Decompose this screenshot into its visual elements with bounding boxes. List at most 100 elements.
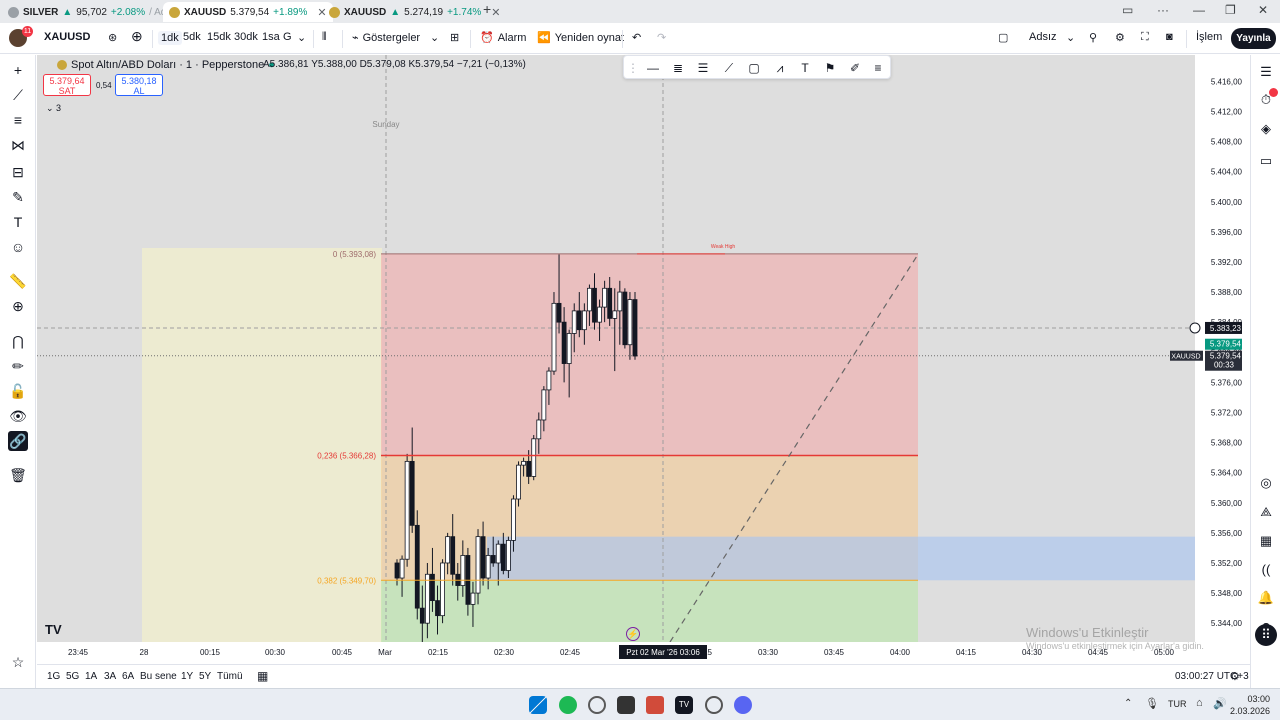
flag-icon[interactable]: ⚑ [821, 59, 839, 77]
horizontal-line-icon[interactable]: — [644, 59, 662, 77]
notifications-bell-icon[interactable]: 🔔 [1256, 588, 1276, 608]
app-icon[interactable] [617, 696, 635, 714]
stream-icon[interactable]: (( [1256, 560, 1276, 580]
publish-button[interactable]: Yayınla [1231, 28, 1276, 49]
alarm-button[interactable]: ⏰ Alarm [480, 31, 526, 45]
chat-icon[interactable]: ▭ [1256, 151, 1276, 171]
network-icon[interactable]: ⌂ [1196, 697, 1203, 709]
language-indicator[interactable]: TUR [1168, 699, 1187, 709]
settings-gear-icon[interactable]: ⚙ [1115, 31, 1125, 44]
eye-icon[interactable]: 👁 [8, 406, 28, 426]
tradingview-taskbar-icon[interactable]: TV [675, 696, 693, 714]
fib-tool-icon[interactable]: ☰ [694, 59, 712, 77]
brush-tool-icon[interactable]: ✐ [846, 59, 864, 77]
target-icon[interactable]: ◎ [1256, 473, 1276, 493]
split-view-icon[interactable]: ▭ [1122, 3, 1133, 17]
interval-1dk[interactable]: 1dk [158, 31, 182, 45]
fullscreen-icon[interactable]: ⛶ [1141, 31, 1149, 44]
ideas-icon[interactable]: ⟁ [1256, 502, 1276, 522]
microphone-icon[interactable]: 🎙 [1145, 697, 1159, 710]
link-icon[interactable]: 🔗 [8, 431, 28, 451]
quick-search-icon[interactable]: ⚲ [1089, 31, 1097, 44]
path-icon[interactable]: ⟋ [720, 59, 738, 77]
chart-pane[interactable]: 5.416,00 5.412,00 5.408,00 5.404,00 5.400,00… [37, 55, 1250, 664]
magnet-icon[interactable]: ⋂ [8, 331, 28, 351]
symbol-search[interactable]: XAUUSD [44, 31, 90, 43]
menu-lines-icon[interactable]: ≡ [869, 59, 887, 77]
symbol-info-icon[interactable]: ⊛ [108, 31, 117, 44]
tray-chevron-up-icon[interactable]: ⌃ [1124, 698, 1132, 709]
taskbar-time[interactable]: 03:00 [1238, 694, 1270, 704]
shield-app-icon[interactable] [646, 696, 664, 714]
browser-tab-xauusd[interactable]: XAUUSD ▲ 5.274,19 +1.74% ✕ [323, 2, 507, 22]
buy-button[interactable]: 5.380,18 AL [115, 74, 163, 96]
replay-button[interactable]: ⏪ Yeniden oynat [537, 31, 624, 45]
range-this-year[interactable]: Bu sene [140, 671, 177, 682]
spotify-icon[interactable] [559, 696, 577, 714]
range-3a[interactable]: 3A [104, 671, 116, 682]
sell-button[interactable]: 5.379,64 SAT [43, 74, 91, 96]
windows-start-icon[interactable] [529, 696, 547, 714]
discord-icon[interactable] [734, 696, 752, 714]
text-tool-icon[interactable]: T [8, 212, 28, 232]
brush-icon[interactable]: ✎ [8, 187, 28, 207]
redo-icon[interactable]: ↷ [657, 31, 666, 44]
candles-type-icon[interactable]: ⫴ [322, 31, 327, 44]
trash-icon[interactable]: 🗑 [8, 465, 28, 485]
range-all[interactable]: Tümü [217, 671, 243, 682]
chevron-down-icon[interactable]: ⌄ [1066, 31, 1075, 44]
maximize-icon[interactable]: ❐ [1225, 3, 1236, 17]
range-1a[interactable]: 1A [85, 671, 97, 682]
pattern-icon[interactable]: ⋈ [8, 135, 28, 155]
browser-icon[interactable] [588, 696, 606, 714]
text-icon[interactable]: T [796, 59, 814, 77]
stay-drawing-icon[interactable]: ✏ [8, 356, 28, 376]
interval-15dk[interactable]: 15dk [207, 31, 231, 43]
window-close-icon[interactable]: ✕ [1258, 3, 1268, 17]
new-tab-icon[interactable]: + [483, 1, 491, 17]
trend-line-icon[interactable]: ⟋ [8, 85, 28, 105]
fib-retracement-icon[interactable]: ≡ [8, 110, 28, 130]
interval-g[interactable]: G [283, 31, 292, 43]
price-chart[interactable]: 5.416,00 5.412,00 5.408,00 5.404,00 5.400,00… [37, 55, 1250, 664]
settings-icon[interactable]: ⚙ [1230, 670, 1240, 683]
calendar-icon[interactable]: ▦ [1256, 531, 1276, 551]
lock-icon[interactable]: 🔓 [8, 381, 28, 401]
range-6a[interactable]: 6A [122, 671, 134, 682]
rectangle-icon[interactable]: ▢ [745, 59, 763, 77]
apps-grid-icon[interactable]: ⠿ [1255, 624, 1277, 646]
polyline-icon[interactable]: ⩘ [771, 59, 789, 77]
minimize-icon[interactable]: — [1193, 3, 1205, 17]
indicator-collapse-toggle[interactable]: ⌄ 3 [46, 103, 61, 114]
close-icon[interactable]: ✕ [491, 6, 500, 19]
trade-button[interactable]: İşlem [1196, 31, 1222, 43]
chevron-down-icon[interactable]: ⌄ [297, 31, 306, 44]
range-1g[interactable]: 1G [47, 671, 60, 682]
layout-name[interactable]: Adsız [1029, 31, 1057, 43]
layout-icon[interactable]: ▢ [998, 31, 1008, 44]
compare-add-icon[interactable]: ⊕ [131, 28, 143, 45]
zoom-in-icon[interactable]: ⊕ [8, 296, 28, 316]
range-1y[interactable]: 1Y [181, 671, 193, 682]
interval-30dk[interactable]: 30dk [234, 31, 258, 43]
emoji-icon[interactable]: ☺ [8, 237, 28, 257]
browser-tab-xauusd-active[interactable]: XAUUSD 5.379,54 +1.89% ✕ [163, 2, 333, 22]
event-marker-icon[interactable]: ⚡ [626, 627, 640, 641]
templates-icon[interactable]: ⊞ [450, 31, 459, 44]
ruler-icon[interactable]: 📏 [8, 271, 28, 291]
chevron-down-icon[interactable]: ⌄ [430, 31, 439, 44]
camera-icon[interactable]: ◙ [1166, 31, 1173, 43]
crosshair-icon[interactable]: + [8, 60, 28, 80]
parallel-channel-icon[interactable]: ≣ [669, 59, 687, 77]
steam-icon[interactable] [705, 696, 723, 714]
taskbar-date[interactable]: 2.03.2026 [1222, 706, 1270, 716]
interval-5dk[interactable]: 5dk [183, 31, 201, 43]
range-5g[interactable]: 5G [66, 671, 79, 682]
more-icon[interactable]: ··· [1157, 3, 1169, 17]
date-range-calendar-icon[interactable]: ▦ [257, 669, 268, 683]
range-5y[interactable]: 5Y [199, 671, 211, 682]
favorites-star-icon[interactable]: ☆ [8, 652, 28, 672]
drag-handle-icon[interactable]: ⋮ [624, 59, 642, 77]
interval-1sa[interactable]: 1sa [262, 31, 280, 43]
undo-icon[interactable]: ↶ [632, 31, 641, 44]
